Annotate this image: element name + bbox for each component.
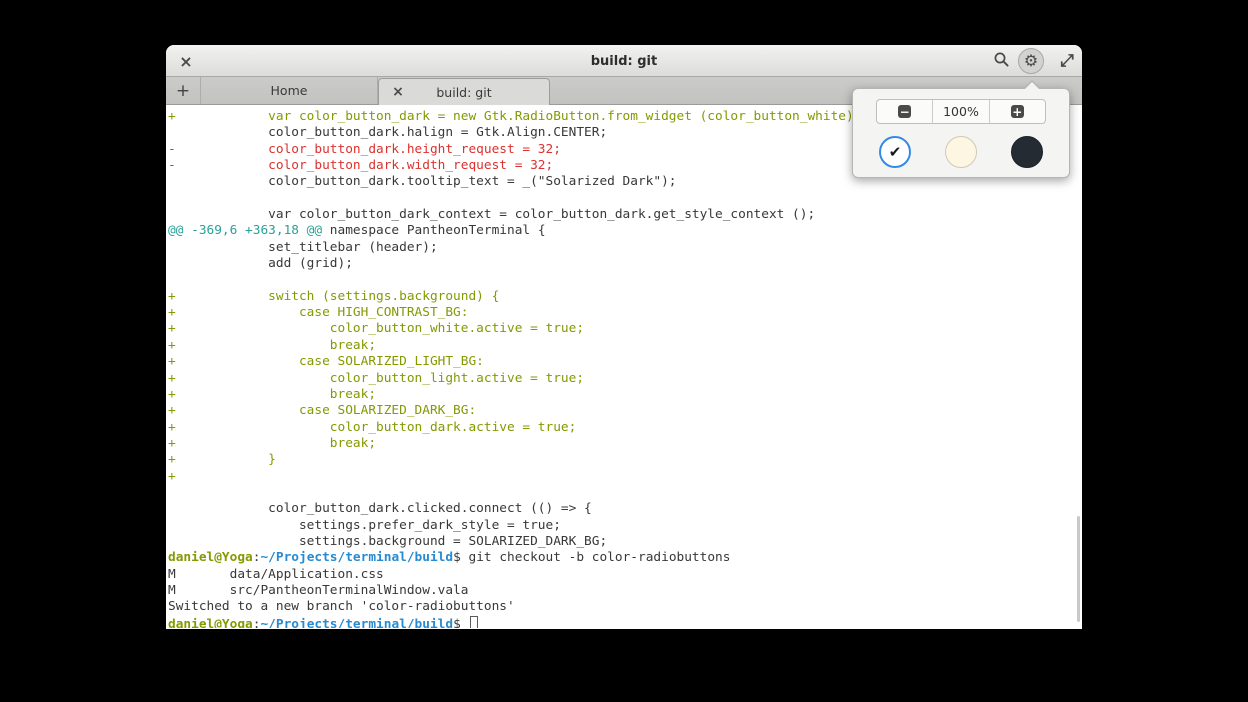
- settings-button[interactable]: ⚙: [1018, 48, 1044, 74]
- terminal-text-segment: color_button_dark.clicked.connect (() =>…: [168, 501, 592, 516]
- terminal-text-segment: + case HIGH_CONTRAST_BG:: [168, 305, 468, 320]
- terminal-text-segment: + break;: [168, 338, 376, 353]
- terminal-text-segment: ~/Projects/terminal/build: [260, 550, 453, 565]
- titlebar[interactable]: × build: git ⚙ ⤢: [166, 45, 1082, 77]
- terminal-line: + color_button_white.active = true;: [168, 321, 1082, 337]
- tab-home[interactable]: Home: [200, 77, 378, 104]
- fullscreen-button[interactable]: ⤢: [1054, 48, 1080, 74]
- terminal-text-segment: var color_button_dark_context = color_bu…: [168, 207, 815, 222]
- terminal-line: + color_button_light.active = true;: [168, 371, 1082, 387]
- gear-icon: ⚙: [1024, 53, 1038, 69]
- check-icon: ✔: [889, 143, 902, 161]
- terminal-text-segment: - color_button_dark.height_request = 32;: [168, 142, 561, 157]
- terminal-line: M src/PantheonTerminalWindow.vala: [168, 583, 1082, 599]
- terminal-text-segment: add (grid);: [168, 256, 353, 271]
- tab-build-git[interactable]: × build: git: [378, 78, 550, 105]
- terminal-text-segment: daniel@Yoga: [168, 617, 253, 628]
- tab-label: build: git: [436, 85, 491, 100]
- popover-arrow: [1023, 80, 1041, 89]
- terminal-text-segment: + case SOLARIZED_LIGHT_BG:: [168, 354, 484, 369]
- terminal-text-segment: ~/Projects/terminal/build: [260, 617, 453, 628]
- terminal-text-segment: + color_button_dark.active = true;: [168, 420, 576, 435]
- zoom-control-group: − 100% +: [876, 99, 1046, 124]
- terminal-text-segment: +: [168, 469, 176, 484]
- terminal-text-segment: namespace PantheonTerminal {: [322, 223, 545, 238]
- terminal-line: var color_button_dark_context = color_bu…: [168, 207, 1082, 223]
- terminal-line: + color_button_dark.active = true;: [168, 420, 1082, 436]
- terminal-text-segment: M data/Application.css: [168, 567, 384, 582]
- tab-close-button[interactable]: ×: [387, 79, 409, 105]
- terminal-text-segment: $ git checkout -b color-radiobuttons: [453, 550, 730, 565]
- terminal-text-segment: Switched to a new branch 'color-radiobut…: [168, 599, 515, 614]
- terminal-text-segment: + switch (settings.background) {: [168, 289, 499, 304]
- terminal-line: + case SOLARIZED_LIGHT_BG:: [168, 354, 1082, 370]
- terminal-window: × build: git ⚙ ⤢ + Home: [166, 45, 1082, 629]
- terminal-text-segment: + }: [168, 452, 276, 467]
- terminal-text-segment: $: [453, 617, 468, 628]
- terminal-line: [168, 191, 1082, 207]
- terminal-view[interactable]: + var color_button_dark = new Gtk.RadioB…: [166, 105, 1082, 628]
- search-button[interactable]: [988, 48, 1014, 74]
- plus-icon: +: [1011, 105, 1024, 118]
- terminal-text-segment: + break;: [168, 387, 376, 402]
- terminal-text-segment: + break;: [168, 436, 376, 451]
- terminal-text-segment: M src/PantheonTerminalWindow.vala: [168, 583, 468, 598]
- terminal-line: daniel@Yoga:~/Projects/terminal/build$: [168, 616, 1082, 628]
- terminal-text-segment: @@ -369,6 +363,18 @@: [168, 223, 322, 238]
- desktop-background: × build: git ⚙ ⤢ + Home: [0, 0, 1248, 702]
- terminal-text-segment: settings.background = SOLARIZED_DARK_BG;: [168, 534, 607, 549]
- zoom-level-button[interactable]: 100%: [932, 100, 988, 123]
- terminal-line: + case SOLARIZED_DARK_BG:: [168, 403, 1082, 419]
- search-icon: [993, 51, 1010, 72]
- terminal-cursor: [470, 616, 478, 628]
- terminal-line: settings.prefer_dark_style = true;: [168, 518, 1082, 534]
- scrollbar-thumb[interactable]: [1077, 516, 1080, 622]
- theme-high-contrast-button[interactable]: ✔: [879, 136, 911, 168]
- tab-label: Home: [271, 83, 308, 98]
- terminal-line: [168, 272, 1082, 288]
- terminal-text-segment: - color_button_dark.width_request = 32;: [168, 158, 553, 173]
- settings-popover: − 100% + ✔: [852, 88, 1070, 178]
- terminal-text-segment: daniel@Yoga: [168, 550, 253, 565]
- window-title: build: git: [166, 45, 1082, 77]
- terminal-text-segment: + color_button_white.active = true;: [168, 321, 584, 336]
- terminal-text-segment: settings.prefer_dark_style = true;: [168, 518, 561, 533]
- theme-selector: ✔: [853, 136, 1069, 168]
- terminal-line: + break;: [168, 436, 1082, 452]
- terminal-line: settings.background = SOLARIZED_DARK_BG;: [168, 534, 1082, 550]
- terminal-line: +: [168, 469, 1082, 485]
- terminal-line: + case HIGH_CONTRAST_BG:: [168, 305, 1082, 321]
- terminal-line: add (grid);: [168, 256, 1082, 272]
- theme-solarized-dark-button[interactable]: [1011, 136, 1043, 168]
- terminal-text-segment: + var color_button_dark = new Gtk.RadioB…: [168, 109, 861, 124]
- terminal-output: + var color_button_dark = new Gtk.RadioB…: [168, 109, 1082, 628]
- terminal-text-segment: color_button_dark.tooltip_text = _("Sola…: [168, 174, 677, 189]
- zoom-in-button[interactable]: +: [989, 100, 1045, 123]
- terminal-line: + break;: [168, 338, 1082, 354]
- terminal-text-segment: set_titlebar (header);: [168, 240, 438, 255]
- minus-icon: −: [898, 105, 911, 118]
- terminal-line: + switch (settings.background) {: [168, 289, 1082, 305]
- terminal-text-segment: color_button_dark.halign = Gtk.Align.CEN…: [168, 125, 607, 140]
- terminal-line: [168, 485, 1082, 501]
- new-tab-button[interactable]: +: [166, 77, 200, 104]
- terminal-line: + }: [168, 452, 1082, 468]
- terminal-line: M data/Application.css: [168, 567, 1082, 583]
- terminal-line: Switched to a new branch 'color-radiobut…: [168, 599, 1082, 615]
- zoom-level-label: 100%: [943, 104, 979, 119]
- terminal-line: color_button_dark.clicked.connect (() =>…: [168, 501, 1082, 517]
- terminal-text-segment: + color_button_light.active = true;: [168, 371, 584, 386]
- zoom-out-button[interactable]: −: [877, 100, 932, 123]
- theme-solarized-light-button[interactable]: [945, 136, 977, 168]
- terminal-line: set_titlebar (header);: [168, 240, 1082, 256]
- terminal-line: + break;: [168, 387, 1082, 403]
- terminal-text-segment: + case SOLARIZED_DARK_BG:: [168, 403, 476, 418]
- terminal-line: @@ -369,6 +363,18 @@ namespace PantheonT…: [168, 223, 1082, 239]
- fullscreen-expand-icon: ⤢: [1060, 51, 1074, 71]
- terminal-line: daniel@Yoga:~/Projects/terminal/build$ g…: [168, 550, 1082, 566]
